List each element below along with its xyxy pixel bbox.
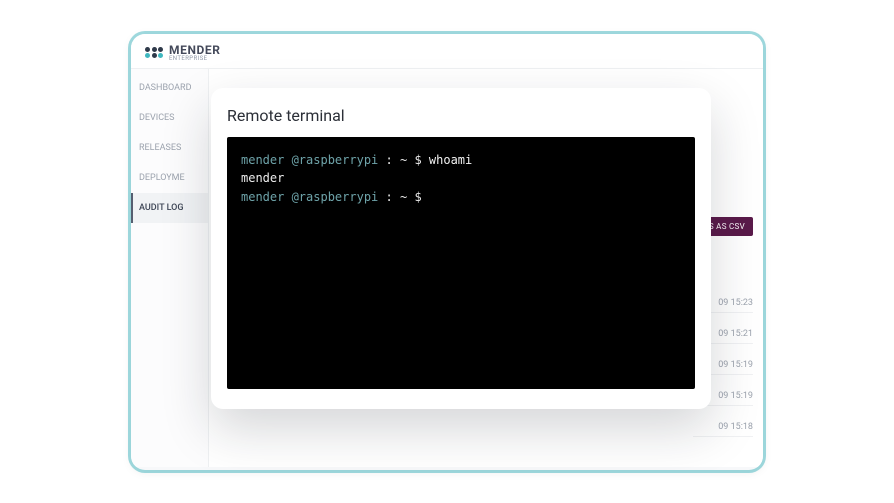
sidebar-item-auditlog[interactable]: AUDIT LOG <box>131 193 208 223</box>
terminal-line: mender @raspberrypi : ~ $ <box>241 188 681 207</box>
prompt-user-host: mender @raspberrypi <box>241 153 378 167</box>
brand-logo: MENDER ENTERPRISE <box>145 44 221 62</box>
terminal-command: whoami <box>429 153 472 167</box>
terminal-line: mender <box>241 169 681 188</box>
sidebar-item-label: DEPLOYME <box>139 173 185 183</box>
sidebar-item-devices[interactable]: DEVICES <box>131 103 208 133</box>
sidebar: DASHBOARD DEVICES RELEASES DEPLOYME AUDI… <box>131 69 209 467</box>
sidebar-item-label: AUDIT LOG <box>139 203 184 213</box>
sidebar-item-releases[interactable]: RELEASES <box>131 133 208 163</box>
terminal-line: mender @raspberrypi : ~ $ whoami <box>241 151 681 170</box>
sidebar-item-label: DEVICES <box>139 113 175 123</box>
prompt-user-host: mender @raspberrypi <box>241 190 378 204</box>
prompt-symbol: $ <box>414 190 421 204</box>
sidebar-item-dashboard[interactable]: DASHBOARD <box>131 73 208 103</box>
mender-logo-icon <box>145 47 163 59</box>
timestamp: 09 15:23 <box>718 298 753 308</box>
terminal[interactable]: mender @raspberrypi : ~ $ whoami mender … <box>227 137 695 389</box>
sidebar-item-label: RELEASES <box>139 143 181 153</box>
timestamp: 09 15:19 <box>718 391 753 401</box>
terminal-output: mender <box>241 171 284 185</box>
header: MENDER ENTERPRISE <box>131 34 763 69</box>
app-window: MENDER ENTERPRISE DASHBOARD DEVICES RELE… <box>131 34 763 470</box>
prompt-symbol: $ <box>414 153 421 167</box>
modal-title: Remote terminal <box>227 106 695 125</box>
timestamp: 09 15:21 <box>718 329 753 339</box>
table-row[interactable]: 09 15:18 <box>693 418 753 437</box>
brand-text: MENDER ENTERPRISE <box>169 44 221 62</box>
brand-edition: ENTERPRISE <box>169 56 221 62</box>
timestamp: 09 15:19 <box>718 360 753 370</box>
timestamp: 09 15:18 <box>718 422 753 432</box>
sidebar-item-label: DASHBOARD <box>139 83 191 93</box>
brand-name: MENDER <box>169 44 221 56</box>
sidebar-item-deployments[interactable]: DEPLOYME <box>131 163 208 193</box>
remote-terminal-modal: Remote terminal mender @raspberrypi : ~ … <box>211 88 711 409</box>
